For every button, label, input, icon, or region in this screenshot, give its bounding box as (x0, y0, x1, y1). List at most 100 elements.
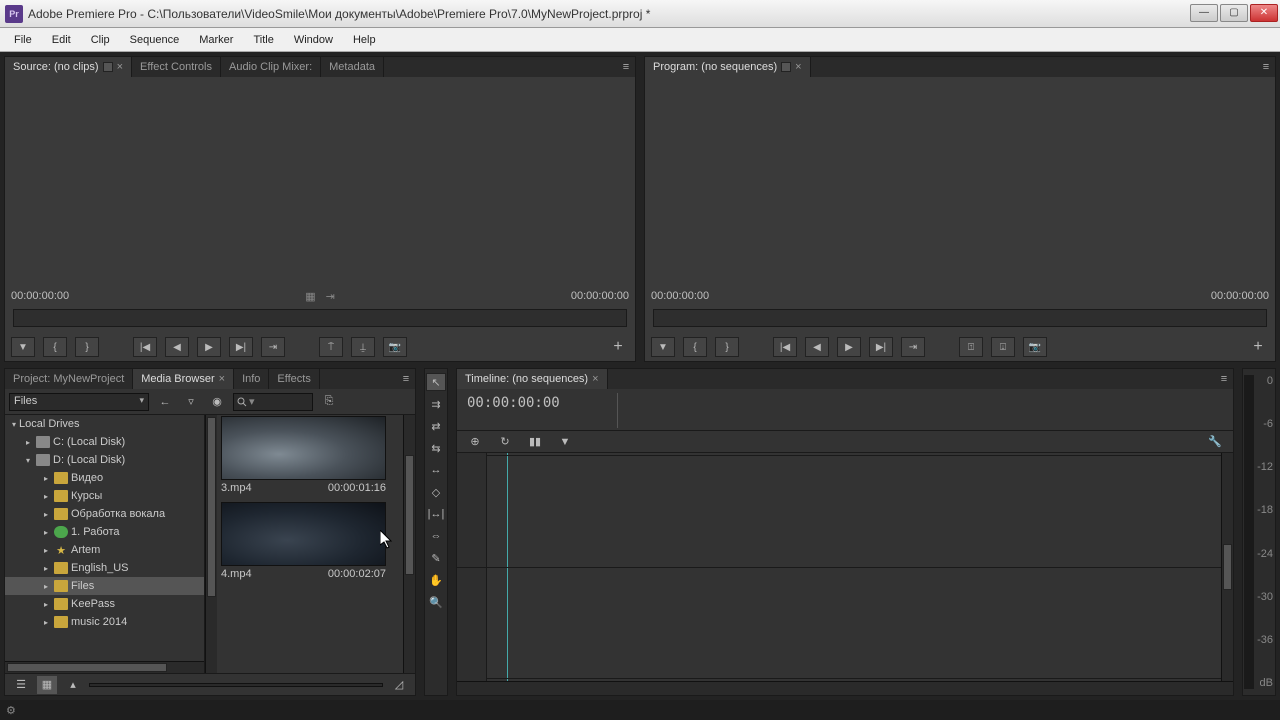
track-area[interactable] (487, 453, 1221, 681)
tab-close-icon[interactable]: × (219, 373, 225, 385)
timeline-ruler[interactable] (617, 389, 1233, 430)
go-to-in-button[interactable]: } (715, 337, 739, 357)
filter-dropdown[interactable]: Files (9, 393, 149, 411)
zoom-in-icon[interactable]: ◿ (389, 676, 409, 694)
tab-timeline[interactable]: Timeline: (no sequences) × (457, 369, 608, 389)
timeline-vscroll[interactable] (1221, 453, 1233, 681)
menu-clip[interactable]: Clip (81, 31, 120, 49)
rate-stretch-tool[interactable]: ↔ (426, 461, 446, 479)
next-frame-button[interactable]: ▶| (229, 337, 253, 357)
eye-icon[interactable]: ◉ (207, 393, 227, 411)
step-forward-button[interactable]: ⇥ (261, 337, 285, 357)
slide-tool[interactable]: ⇔ (426, 527, 446, 545)
snap-icon[interactable]: ⊕ (465, 433, 485, 451)
menu-marker[interactable]: Marker (189, 31, 243, 49)
tab-metadata[interactable]: Metadata (321, 57, 384, 77)
tab-audio-clip-mixer[interactable]: Audio Clip Mixer: (221, 57, 321, 77)
add-button[interactable]: + (1247, 337, 1269, 357)
tree-folder-work[interactable]: ▸1. Работа (5, 523, 204, 541)
go-to-in-button[interactable]: } (75, 337, 99, 357)
tree-folder[interactable]: ▸Обработка вокала (5, 505, 204, 523)
fit-icon[interactable]: ▦ (305, 290, 315, 303)
prev-frame-button[interactable]: ◀ (805, 337, 829, 357)
tab-close-icon[interactable]: × (592, 373, 598, 385)
step-forward-button[interactable]: ⇥ (901, 337, 925, 357)
menu-window[interactable]: Window (284, 31, 343, 49)
linked-selection-icon[interactable]: ↻ (495, 433, 515, 451)
play-button[interactable]: ▶ (197, 337, 221, 357)
tab-close-icon[interactable]: × (795, 61, 801, 73)
add-button[interactable]: + (607, 337, 629, 357)
tree-hscroll[interactable] (5, 661, 204, 673)
zoom-out-icon[interactable]: ▴ (63, 676, 83, 694)
tree-root[interactable]: ▾Local Drives (5, 415, 204, 433)
mark-out-button[interactable]: { (683, 337, 707, 357)
search-input[interactable]: ▾ (233, 393, 313, 411)
extract-button[interactable]: ⍗ (991, 337, 1015, 357)
next-frame-button[interactable]: ▶| (869, 337, 893, 357)
tree-folder[interactable]: ▸Видео (5, 469, 204, 487)
tree-drive-c[interactable]: ▸C: (Local Disk) (5, 433, 204, 451)
panel-menu-icon[interactable]: ≡ (617, 57, 635, 77)
minimize-button[interactable]: — (1190, 4, 1218, 22)
clip-item[interactable]: 3.mp400:00:01:16 (221, 416, 399, 494)
razor-tool[interactable]: ◇ (426, 483, 446, 501)
ingest-icon[interactable]: ⎘ (319, 393, 339, 411)
tab-effect-controls[interactable]: Effect Controls (132, 57, 221, 77)
thumb-vscroll[interactable] (403, 415, 415, 673)
tab-media-browser[interactable]: Media Browser × (133, 369, 234, 389)
filter-icon[interactable]: ▿ (181, 393, 201, 411)
timeline-hscroll[interactable] (457, 681, 1233, 695)
step-back-button[interactable]: |◀ (773, 337, 797, 357)
export-frame-button[interactable]: 📷 (1023, 337, 1047, 357)
marker-icon[interactable]: ▼ (555, 433, 575, 451)
zoom-slider[interactable] (89, 683, 383, 687)
play-button[interactable]: ▶ (837, 337, 861, 357)
panel-menu-icon[interactable]: ≡ (1257, 57, 1275, 77)
tree-folder[interactable]: ▸KeePass (5, 595, 204, 613)
zoom-tool[interactable]: 🔍 (426, 593, 446, 611)
tree-folder[interactable]: ▸English_US (5, 559, 204, 577)
menu-title[interactable]: Title (243, 31, 283, 49)
timeline-timecode[interactable]: 00:00:00:00 (457, 389, 617, 430)
step-back-button[interactable]: |◀ (133, 337, 157, 357)
tab-program[interactable]: Program: (no sequences) × (645, 57, 811, 77)
safe-margins-icon[interactable]: ⇥ (326, 290, 335, 303)
tab-project[interactable]: Project: MyNewProject (5, 369, 133, 389)
prev-frame-button[interactable]: ◀ (165, 337, 189, 357)
hand-tool[interactable]: ✋ (426, 571, 446, 589)
track-select-tool[interactable]: ⇉ (426, 395, 446, 413)
panel-menu-icon[interactable]: ≡ (397, 369, 415, 389)
program-dropdown-icon[interactable] (781, 62, 791, 72)
slip-tool[interactable]: |↔| (426, 505, 446, 523)
menu-edit[interactable]: Edit (42, 31, 81, 49)
tree-drive-d[interactable]: ▾D: (Local Disk) (5, 451, 204, 469)
back-button[interactable]: ← (155, 393, 175, 411)
tab-effects[interactable]: Effects (269, 369, 319, 389)
panel-menu-icon[interactable]: ≡ (1215, 369, 1233, 389)
ripple-edit-tool[interactable]: ⇄ (426, 417, 446, 435)
maximize-button[interactable]: ▢ (1220, 4, 1248, 22)
menu-file[interactable]: File (4, 31, 42, 49)
mark-in-button[interactable]: ▼ (11, 337, 35, 357)
menu-help[interactable]: Help (343, 31, 386, 49)
tree-vscroll[interactable] (205, 415, 217, 673)
tab-close-icon[interactable]: × (117, 61, 123, 73)
mark-in-button[interactable]: ▼ (651, 337, 675, 357)
tree-folder-selected[interactable]: ▸Files (5, 577, 204, 595)
tab-source[interactable]: Source: (no clips) × (5, 57, 132, 77)
tree-folder[interactable]: ▸Курсы (5, 487, 204, 505)
pen-tool[interactable]: ✎ (426, 549, 446, 567)
mark-out-button[interactable]: { (43, 337, 67, 357)
rolling-edit-tool[interactable]: ⇆ (426, 439, 446, 457)
lift-button[interactable]: ⍐ (959, 337, 983, 357)
wrench-icon[interactable]: 🔧 (1205, 433, 1225, 451)
program-scrub-bar[interactable] (653, 309, 1267, 327)
insert-button[interactable]: ⍑ (319, 337, 343, 357)
close-button[interactable]: ✕ (1250, 4, 1278, 22)
tree-folder-fav[interactable]: ▸★Artem (5, 541, 204, 559)
menu-sequence[interactable]: Sequence (120, 31, 190, 49)
overwrite-button[interactable]: ⍊ (351, 337, 375, 357)
selection-tool[interactable]: ↖ (426, 373, 446, 391)
tab-info[interactable]: Info (234, 369, 269, 389)
